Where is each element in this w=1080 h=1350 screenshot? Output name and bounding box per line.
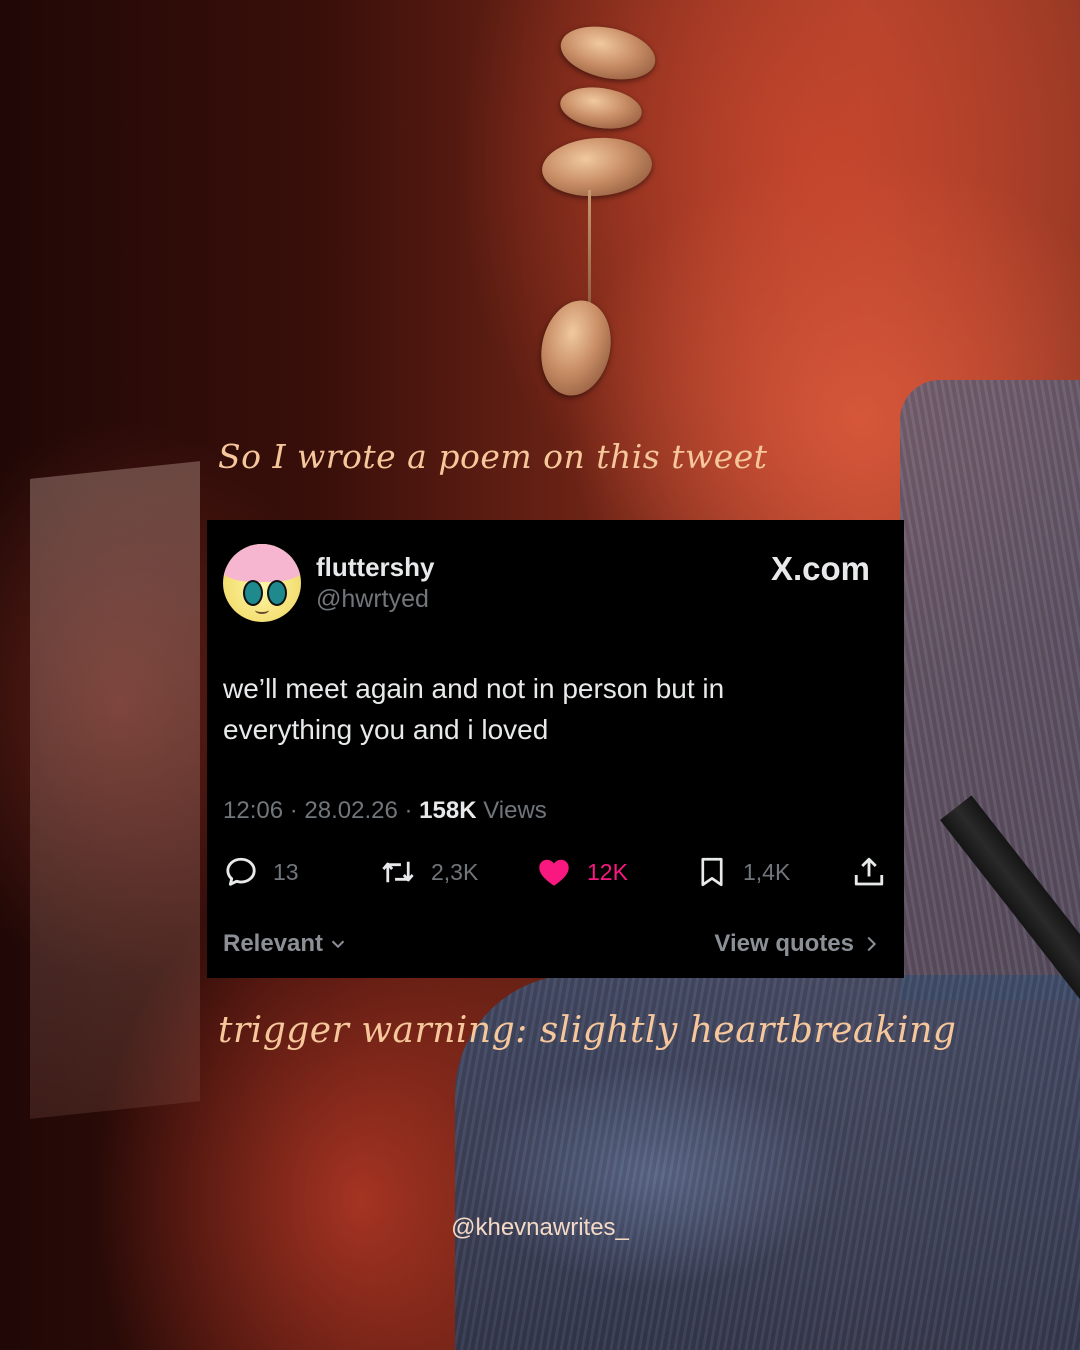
repost-arrows-icon	[382, 861, 414, 883]
tweet-text: we’ll meet again and not in person but i…	[223, 668, 843, 750]
reply-bubble-icon	[226, 857, 256, 886]
chevron-right-icon	[867, 936, 877, 952]
bookmark-count: 1,4K	[743, 858, 791, 885]
avatar[interactable]	[223, 544, 301, 622]
earring-piece	[555, 18, 661, 88]
reply-button[interactable]: 13	[223, 854, 299, 890]
earring-piece	[532, 293, 620, 403]
view-quotes-link[interactable]: View quotes	[714, 930, 882, 958]
meta-separator: ·	[289, 797, 298, 824]
reply-count: 13	[273, 858, 299, 885]
tweet-text-line: we’ll meet again and not in person but i…	[223, 673, 725, 704]
user-handle[interactable]: @hwrtyed	[316, 585, 429, 614]
views-count: 158K	[419, 797, 477, 824]
share-upload-icon	[854, 857, 884, 886]
brand-logo: X.com	[770, 550, 870, 587]
tweet-text-line: everything you and i loved	[223, 714, 549, 745]
sort-label: Relevant	[223, 930, 324, 957]
background-poster	[30, 461, 200, 1119]
credit-handle: @khevnawrites_	[451, 1214, 629, 1241]
like-count: 12K	[587, 858, 628, 885]
views-label: Views	[483, 797, 547, 824]
earring-piece	[557, 82, 645, 134]
photo-background: So I wrote a poem on this tweet flutters…	[0, 0, 1080, 1350]
tweet-meta: 12:06 · 28.02.26 · 158K Views	[223, 797, 547, 825]
meta-separator: ·	[404, 797, 413, 824]
earring-chain	[588, 190, 591, 310]
sort-dropdown[interactable]: Relevant	[223, 930, 349, 958]
tweet-card: fluttershy @hwrtyed X.com we’ll meet aga…	[207, 520, 904, 978]
bookmark-button[interactable]: 1,4K	[695, 854, 790, 890]
share-button[interactable]	[851, 854, 901, 890]
like-button[interactable]: 12K	[535, 854, 628, 890]
top-caption: So I wrote a poem on this tweet	[218, 437, 768, 476]
action-bar: 13 2,3K 12K 1,4K	[223, 854, 888, 890]
repost-button[interactable]: 2,3K	[379, 854, 478, 890]
bookmark-icon	[701, 857, 723, 887]
avatar-mouth	[255, 606, 269, 614]
avatar-eye	[243, 580, 263, 606]
tweet-time[interactable]: 12:06	[223, 797, 283, 824]
chevron-down-icon	[331, 940, 345, 949]
earring-piece	[540, 134, 654, 200]
heart-icon	[539, 859, 569, 886]
avatar-eye	[267, 580, 287, 606]
repost-count: 2,3K	[431, 858, 479, 885]
view-quotes-label: View quotes	[714, 930, 854, 957]
bottom-caption: trigger warning: slightly heartbreaking	[218, 1010, 957, 1051]
tweet-date[interactable]: 28.02.26	[304, 797, 397, 824]
display-name[interactable]: fluttershy	[316, 552, 434, 583]
avatar-hair	[223, 544, 301, 582]
